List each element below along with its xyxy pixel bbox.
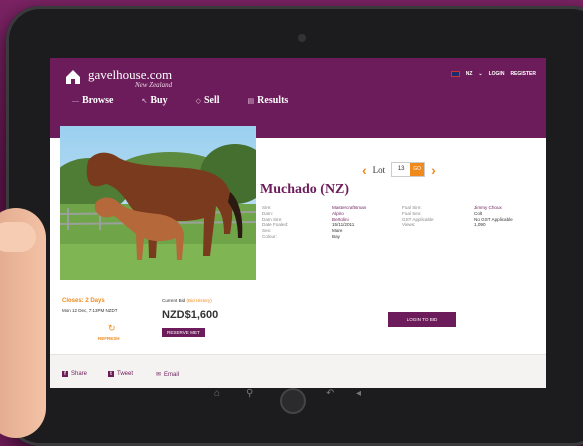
twitter-icon: t <box>108 371 114 377</box>
nav-label: Browse <box>82 95 114 106</box>
list-icon: ▤ <box>247 96 255 105</box>
nav-label: Sell <box>203 95 220 106</box>
nav-sell[interactable]: ◇ Sell <box>196 95 220 106</box>
home-icon: ⌂ <box>214 388 221 399</box>
logo-region: New Zealand <box>134 81 173 89</box>
login-link[interactable]: LOGIN <box>489 71 505 77</box>
details-right-labels: Foal Sire: Foal Sex: GST Applicable View… <box>402 205 472 228</box>
camera-icon <box>298 34 306 42</box>
nav-buy[interactable]: ↖ Buy <box>141 95 167 106</box>
colour-value: Bay <box>332 233 340 239</box>
nav-label: Results <box>257 95 289 106</box>
back-icon: ↶ <box>326 388 335 399</box>
refresh-link[interactable]: REFRESH <box>98 336 120 341</box>
chevron-down-icon[interactable]: ⌄ <box>478 71 482 77</box>
browse-icon: — <box>72 96 79 105</box>
detail-label: Views: <box>402 222 416 228</box>
share-label: Share <box>71 371 88 377</box>
tag-icon: ◇ <box>195 96 201 105</box>
horse-photo[interactable] <box>60 126 256 280</box>
mare-and-foal-image <box>60 126 256 280</box>
nz-flag-icon <box>450 71 460 77</box>
tablet-device: gavelhouse.com New Zealand NZ ⌄ LOGIN RE… <box>6 6 583 446</box>
details-left-values: Mastercraftsman Alpiro Bertolini 15/11/2… <box>332 205 392 240</box>
share-bar: f Share t Tweet ✉ Email <box>50 354 546 388</box>
lot-number-input[interactable]: 13 <box>392 163 411 176</box>
lot-jump: 13 GO <box>391 162 426 177</box>
top-links: NZ ⌄ LOGIN REGISTER <box>450 71 536 77</box>
country-selector[interactable]: NZ <box>466 71 473 77</box>
details-left-labels: Sire: Dam: Dam Sire: Date Foaled: Sex: C… <box>262 205 328 240</box>
prev-lot-icon[interactable]: ‹ <box>362 163 367 177</box>
logo-name: gavelhouse.com <box>88 67 173 82</box>
closes-date: Mon 12 Dec, 7:13PM NZDT <box>62 308 118 313</box>
nav-results[interactable]: ▤ Results <box>248 95 289 106</box>
mail-icon: ✉ <box>156 372 162 378</box>
login-to-bid-button[interactable]: LOGIN TO BID <box>388 312 456 327</box>
tablet-screen: gavelhouse.com New Zealand NZ ⌄ LOGIN RE… <box>50 58 546 388</box>
house-logo-icon <box>66 70 80 84</box>
register-link[interactable]: REGISTER <box>510 71 536 77</box>
current-bid-text: Current Bid <box>162 298 186 303</box>
bid-history-link[interactable]: (Bid History) <box>187 298 212 303</box>
next-lot-icon[interactable]: › <box>431 163 436 177</box>
current-bid-panel: Current Bid (Bid History) NZD$1,600 RESE… <box>162 298 218 339</box>
share-label: Email <box>164 371 180 378</box>
nav-browse[interactable]: — Browse <box>72 95 113 106</box>
share-email[interactable]: ✉ Email <box>156 371 180 379</box>
views-value: 1,090 <box>474 222 486 228</box>
main-nav: — Browse ↖ Buy ◇ Sell ▤ Results <box>72 95 288 106</box>
gavel-icon: ↖ <box>141 96 148 105</box>
detail-label: Colour: <box>262 233 277 239</box>
current-bid-label: Current Bid (Bid History) <box>162 298 218 303</box>
horse-name: Muchado (NZ) <box>260 182 350 197</box>
tablet-home-button <box>280 388 306 414</box>
bid-amount: NZD$1,600 <box>162 309 219 321</box>
closes-title: Closes: 2 Days <box>62 298 105 304</box>
refresh-icon[interactable]: ↻ <box>108 323 116 334</box>
share-twitter[interactable]: t Tweet <box>108 371 133 377</box>
thumb <box>0 222 36 252</box>
lot-go-button[interactable]: GO <box>410 163 425 176</box>
lot-label: Lot <box>372 164 386 175</box>
search-icon: ⚲ <box>246 388 254 399</box>
closing-info: Closes: 2 Days Mon 12 Dec, 7:13PM NZDT <box>62 298 118 313</box>
facebook-icon: f <box>62 371 68 377</box>
reserve-met-badge: RESERVE MET <box>162 328 205 337</box>
details-right-values: Jimmy Choux Colt No GST Applicable 1,090 <box>474 205 544 228</box>
lot-navigator: ‹ Lot 13 GO › <box>362 162 436 177</box>
share-label: Tweet <box>117 371 134 377</box>
site-logo[interactable]: gavelhouse.com New Zealand <box>64 68 172 89</box>
nav-label: Buy <box>150 95 168 106</box>
volume-icon: ◂ <box>356 388 362 399</box>
share-facebook[interactable]: f Share <box>62 371 87 377</box>
